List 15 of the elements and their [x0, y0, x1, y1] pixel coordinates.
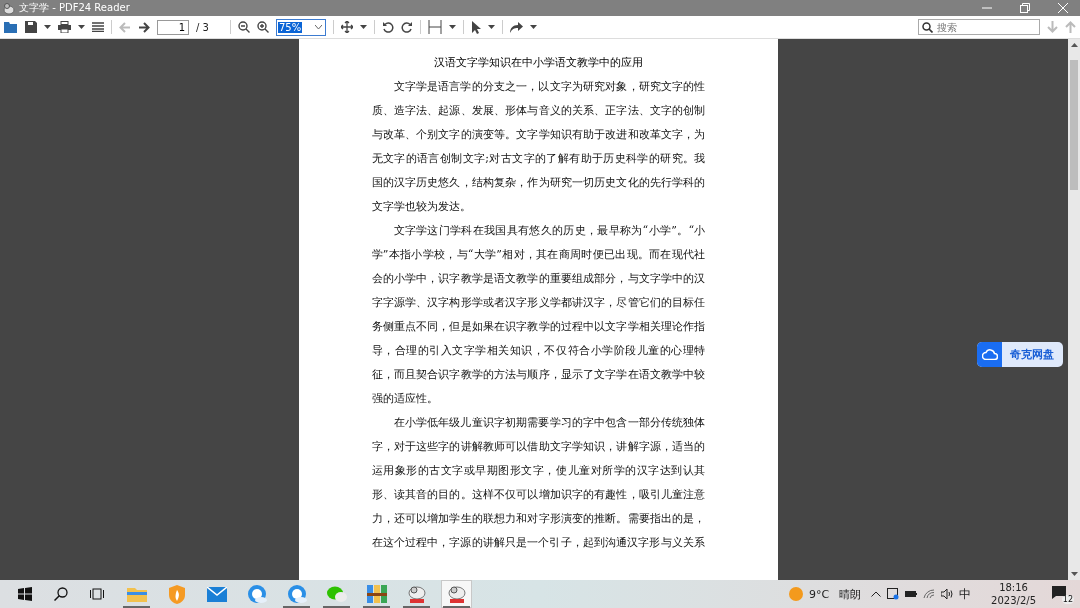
weather-condition: 晴朗: [839, 586, 862, 602]
paragraph: 文字学这门学科在我国具有悠久的历史，最早称为“小学”。“小学”本指小学校，与“大学”相对，其在商周时便已出现。而在现代社会的小学中，识字教学是语文教学的重要组成部分，与文字学中的汉字字源学、汉字构形学或者汉字形义学都讲汉字，尽管它们的目标任务侧重点不同，但是如果在识字教学的过程中以文字学相关理论作指导，合理的引入文字学相关知识，不仅符合小学阶段儿童的心理特征，而且契合识字教学的方法与顺序，显示了文字学在语文教学中较强的适应性。: [371, 223, 706, 407]
page-total: / 3: [196, 21, 209, 33]
notification-button[interactable]: 12: [1052, 584, 1074, 604]
zoom-dropdown[interactable]: 75%: [275, 18, 326, 36]
temperature: 9°C: [808, 587, 830, 601]
document-title: 汉语文字学知识在中小学语文教学中的应用: [433, 55, 644, 71]
paragraph: 文字学是语言学的分支之一，以文字为研究对象，研究文字的性质、造字法、起源、发展、形体与音义的关系、正字法、文字的创制与改革、个别文字的演变等。文字学知识有助于改进和改革文字，为无文字的语言创制文字;对古文字的了解有助于历史科学的研究。我国的汉字历史悠久，结构复杂，作为研究一切历史文化的先行学科的文字学也较为发达。: [371, 79, 706, 215]
paragraph: 在小学低年级儿童识字初期需要学习的字中包含一部分传统独体字，对于这些字的讲解教师可以借助文字学知识，讲解字源，适当的运用象形的古文字或早期图形文字，使儿童对所学的汉字达到认其形、读其音的目的。这样不仅可以增加识字的有趣性，吸引儿童注意力，还可以增加学生的联想力和对字形演变的推断。需要指出的是，在这个过程中，字源的讲解只是一个引子，起到沟通汉字形与义关系: [371, 415, 706, 551]
search-field[interactable]: 搜索: [918, 19, 1040, 35]
clock[interactable]: 18:16 2023/2/5: [991, 581, 1036, 607]
input-method-indicator[interactable]: 中: [959, 585, 972, 603]
cloud-drive-button[interactable]: 奇克网盘: [977, 342, 1063, 367]
window-title: 文字学 - PDF24 Reader: [19, 1, 130, 15]
page-number-field[interactable]: 1: [157, 19, 189, 35]
